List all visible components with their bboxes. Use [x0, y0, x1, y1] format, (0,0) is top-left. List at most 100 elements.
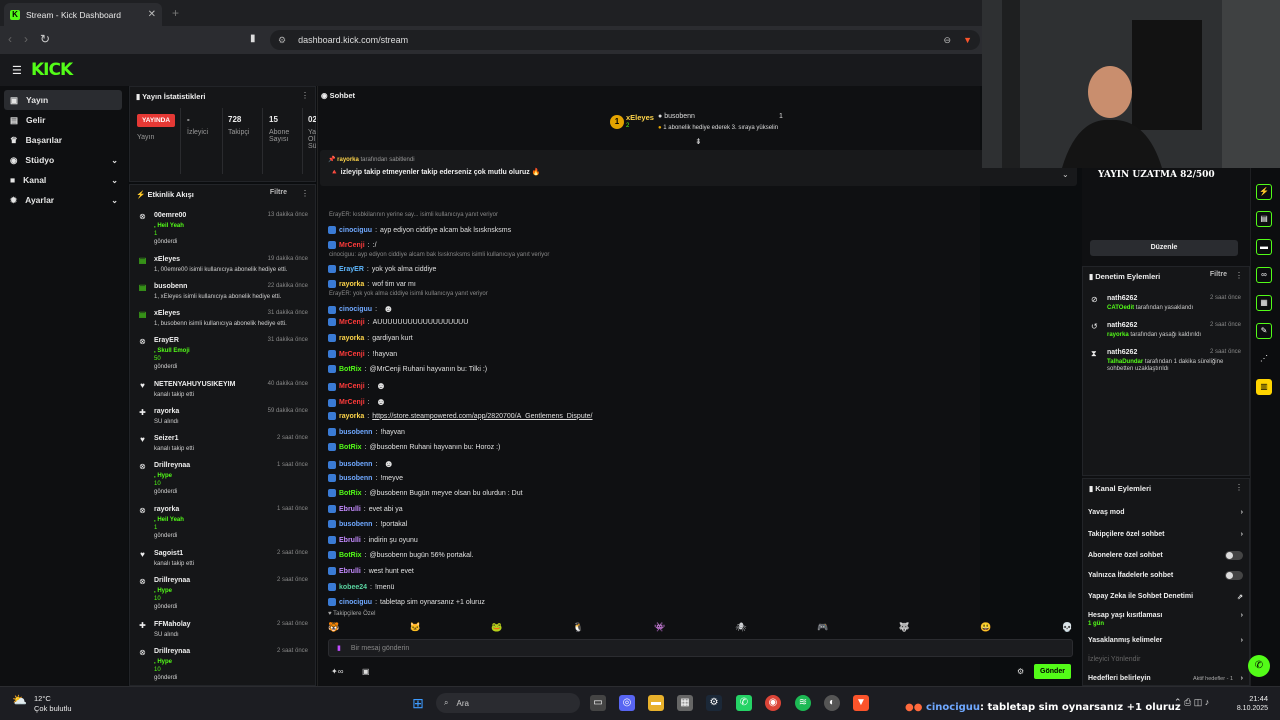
url-field[interactable]: ⚙ dashboard.kick.com/stream ⊖ ▼	[270, 30, 980, 50]
chat-message[interactable]: rayorka: wof tim var mı	[328, 280, 416, 288]
chat-username[interactable]: Ebrulli	[339, 568, 361, 575]
activity-user[interactable]: ErayER	[154, 337, 179, 344]
mod-user[interactable]: nath6262	[1107, 322, 1137, 329]
emote-icon[interactable]: 🐺	[899, 622, 910, 634]
chat-message[interactable]: BotRix: @MrCenji Ruhani hayvanın bu: Tilk…	[328, 365, 487, 373]
chat-username[interactable]: MrCenji	[339, 319, 365, 326]
chat-username[interactable]: MrCenji	[339, 399, 365, 406]
chat-username[interactable]: cinociguu	[339, 306, 372, 313]
expand-leaderboard-icon[interactable]: ⇟	[695, 137, 702, 146]
obs-icon[interactable]: ◐	[824, 695, 840, 711]
channel-option[interactable]: Abonelere özel sohbet	[1088, 551, 1243, 564]
emote-icon[interactable]: 🕷	[736, 622, 747, 634]
chat-message[interactable]: Ebrulli: evet abi ya	[328, 505, 403, 513]
forward-icon[interactable]: ›	[24, 32, 28, 46]
send-button[interactable]: Gönder	[1034, 664, 1071, 679]
channel-option[interactable]: Yasaklanmış kelimeler ›	[1088, 637, 1243, 649]
clock-time[interactable]: 21:44	[1232, 694, 1268, 703]
chat-message[interactable]: MrCenji: ☻	[328, 381, 386, 392]
chat-username[interactable]: kobee24	[339, 584, 367, 591]
chat-username[interactable]: rayorka	[339, 413, 364, 420]
chat-message[interactable]: MrCenji: !hayvan	[328, 350, 397, 358]
activity-item[interactable]: ♥ Sagoist1 2 saat önce kanalı takip etti	[138, 550, 310, 577]
sidebar-item-basarilar[interactable]: ♛ Başarılar	[4, 130, 122, 150]
activity-item[interactable]: ▤ xEleyes 19 dakika önce 1, 00emre00 isimli…	[138, 256, 310, 283]
chrome-icon[interactable]: ◉	[765, 695, 781, 711]
second-gifter[interactable]: ● busobenn	[658, 113, 695, 120]
activity-user[interactable]: Drillreynaa	[154, 648, 190, 655]
brave-shield-icon[interactable]: ▼	[963, 35, 972, 45]
spotify-icon[interactable]: ≋	[795, 695, 811, 711]
site-settings-icon[interactable]: ⚙	[278, 35, 286, 46]
activity-item[interactable]: ✚ FFMaholay 2 saat önce SU alındı	[138, 621, 310, 648]
emote-row[interactable]: 🐯 🐱 🐸 🐧 👾 🕷 🎮 🐺 😃 💀	[328, 622, 1073, 634]
mod-user[interactable]: nath6262	[1107, 349, 1137, 356]
chat-username[interactable]: Ebrulli	[339, 506, 361, 513]
chat-message[interactable]: cinociguu: ☻	[328, 304, 394, 315]
sidebar-item-studyo[interactable]: ◉ Stüdyo ⌄	[4, 150, 122, 170]
channel-option[interactable]: Hesap yaşı kısıtlaması › 1 gün	[1088, 612, 1243, 627]
top-gifter-name[interactable]: xEleyes	[626, 113, 654, 122]
chat-message[interactable]: busobenn: ☻	[328, 459, 394, 470]
chat-username[interactable]: busobenn	[339, 461, 372, 468]
steam-icon[interactable]: ⚙	[706, 695, 722, 711]
activity-item[interactable]: ⊗ Drillreynaa 2 saat önce , Hype 10 gönderdi	[138, 577, 310, 621]
chat-message[interactable]: MrCenji: AUUUUUUUUUUUUUUUUUU	[328, 318, 468, 326]
activity-item[interactable]: ⊗ Drillreynaa 1 saat önce , Hype 10 gönderdi	[138, 462, 310, 506]
chat-message[interactable]: Ebrulli: west hunt evet	[328, 567, 414, 575]
mod-action-item[interactable]: ⊘ nath6262 2 saat önce CATOedit tarafından …	[1091, 295, 1241, 319]
activity-user[interactable]: rayorka	[154, 506, 179, 513]
chat-username[interactable]: cinociguu	[339, 227, 372, 234]
store-icon[interactable]: ▦	[677, 695, 693, 711]
chat-username[interactable]: rayorka	[339, 335, 364, 342]
close-tab-icon[interactable]: ✕	[148, 9, 156, 20]
chat-message[interactable]: rayorka: gardiyan kurt	[328, 334, 413, 342]
help-chat-icon[interactable]: ✆	[1248, 655, 1270, 677]
activity-item[interactable]: ♥ Seizer1 2 saat önce kanalı takip etti	[138, 435, 310, 462]
chat-input[interactable]: ▮ Bir mesaj gönderin	[328, 639, 1073, 657]
zoom-icon[interactable]: ⊖	[944, 35, 952, 46]
settings-gear-icon[interactable]: ⚙	[1017, 667, 1024, 676]
channel-option[interactable]: Yalnızca İfadelerle sohbet	[1088, 571, 1243, 584]
menu-icon[interactable]: ☰	[12, 64, 22, 77]
chat-username[interactable]: MrCenji	[339, 351, 365, 358]
weather-temp[interactable]: 12°C	[34, 694, 51, 703]
activity-user[interactable]: xEleyes	[154, 310, 180, 317]
more-options-icon[interactable]: ⋮	[1235, 271, 1243, 280]
activity-user[interactable]: 00emre00	[154, 212, 186, 219]
chat-message[interactable]: MrCenji: ☻	[328, 397, 386, 408]
more-options-icon[interactable]: ⋮	[1235, 483, 1243, 492]
activity-item[interactable]: ▤ xEleyes 31 dakika önce 1, busobenn isimli…	[138, 310, 310, 337]
activity-item[interactable]: ⊗ 00emre00 13 dakika önce , Heil Yeah 1 gönde…	[138, 212, 310, 256]
gift-icon[interactable]: ▣	[362, 667, 370, 676]
file-explorer-icon[interactable]: ▬	[648, 695, 664, 711]
sidebar-item-kanal[interactable]: ■ Kanal ⌄	[4, 170, 122, 190]
chat-message[interactable]: BotRix: @busobenn bugün 56% portakal.	[328, 551, 474, 559]
task-view-icon[interactable]: ▭	[590, 695, 606, 711]
toggle-switch[interactable]	[1225, 551, 1243, 560]
sidebar-item-yayin[interactable]: ▣ Yayın	[4, 90, 122, 110]
emote-icon[interactable]: 😃	[980, 622, 991, 634]
chat-username[interactable]: BotRix	[339, 490, 362, 497]
browser-tab[interactable]: K Stream - Kick Dashboard ✕	[4, 3, 162, 26]
chat-message[interactable]: Ebrulli: indirin şu oyunu	[328, 536, 418, 544]
mod-action-item[interactable]: ⧗ nath6262 2 saat önce TalhaDundar tarafınd…	[1091, 349, 1241, 373]
emote-icon[interactable]: 💀	[1062, 622, 1073, 634]
activity-item[interactable]: ▤ busobenn 22 dakika önce 1, xEleyes isimli…	[138, 283, 310, 310]
chat-username[interactable]: cinociguu	[339, 599, 372, 606]
activity-filter-button[interactable]: Filtre	[270, 189, 287, 196]
sidebar-item-gelir[interactable]: ▤ Gelir	[4, 110, 122, 130]
chat-message[interactable]: BotRix: @busobenn Bugün meyve olsan bu ol…	[328, 489, 523, 497]
emote-icon[interactable]: 🎮	[817, 622, 828, 634]
whatsapp-icon[interactable]: ✆	[736, 695, 752, 711]
activity-user[interactable]: Drillreynaa	[154, 577, 190, 584]
windows-start-icon[interactable]: ⊞	[410, 695, 426, 711]
chat-message[interactable]: busobenn: !hayvan	[328, 428, 405, 436]
kick-logo[interactable]: KICK	[31, 60, 73, 80]
clipboard-icon[interactable]: ▤	[1256, 211, 1272, 227]
chat-username[interactable]: busobenn	[339, 475, 372, 482]
chat-message[interactable]: cinociguu: ayp ediyon ciddiye alcam bak l…	[328, 226, 511, 234]
chat-message[interactable]: MrCenji::/	[328, 241, 377, 249]
toggle-switch[interactable]	[1225, 571, 1243, 580]
chat-message[interactable]: ErayER: yok yok alma ciddiye	[328, 265, 436, 273]
